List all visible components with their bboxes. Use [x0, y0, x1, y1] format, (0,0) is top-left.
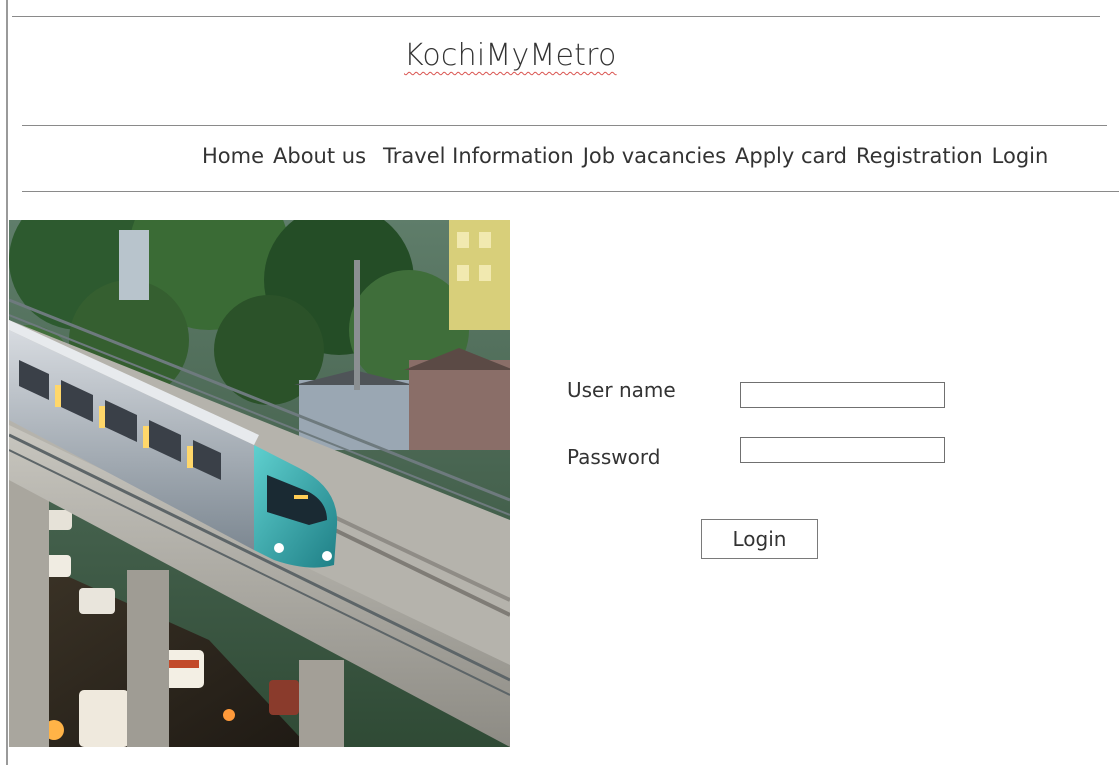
page: KochiMyMetro Home About us Travel Inform… [0, 0, 1119, 765]
nav-login[interactable]: Login [992, 144, 1049, 168]
header-divider [22, 125, 1107, 126]
nav-divider [22, 191, 1119, 192]
password-input[interactable] [740, 437, 945, 463]
password-label: Password [567, 445, 661, 469]
top-divider [12, 16, 1100, 17]
site-title: KochiMyMetro [404, 38, 617, 73]
username-input[interactable] [740, 382, 945, 408]
nav-travel-information[interactable]: Travel Information [383, 144, 574, 168]
login-button[interactable]: Login [701, 519, 818, 559]
metro-train-image [9, 220, 510, 747]
nav-job-vacancies[interactable]: Job vacancies [583, 144, 726, 168]
left-border [6, 0, 8, 765]
nav-registration[interactable]: Registration [856, 144, 983, 168]
nav-about-us[interactable]: About us [273, 144, 366, 168]
main-nav: Home About us Travel Information Job vac… [202, 144, 1048, 168]
username-label: User name [567, 378, 676, 402]
nav-home[interactable]: Home [202, 144, 264, 168]
nav-apply-card[interactable]: Apply card [735, 144, 847, 168]
